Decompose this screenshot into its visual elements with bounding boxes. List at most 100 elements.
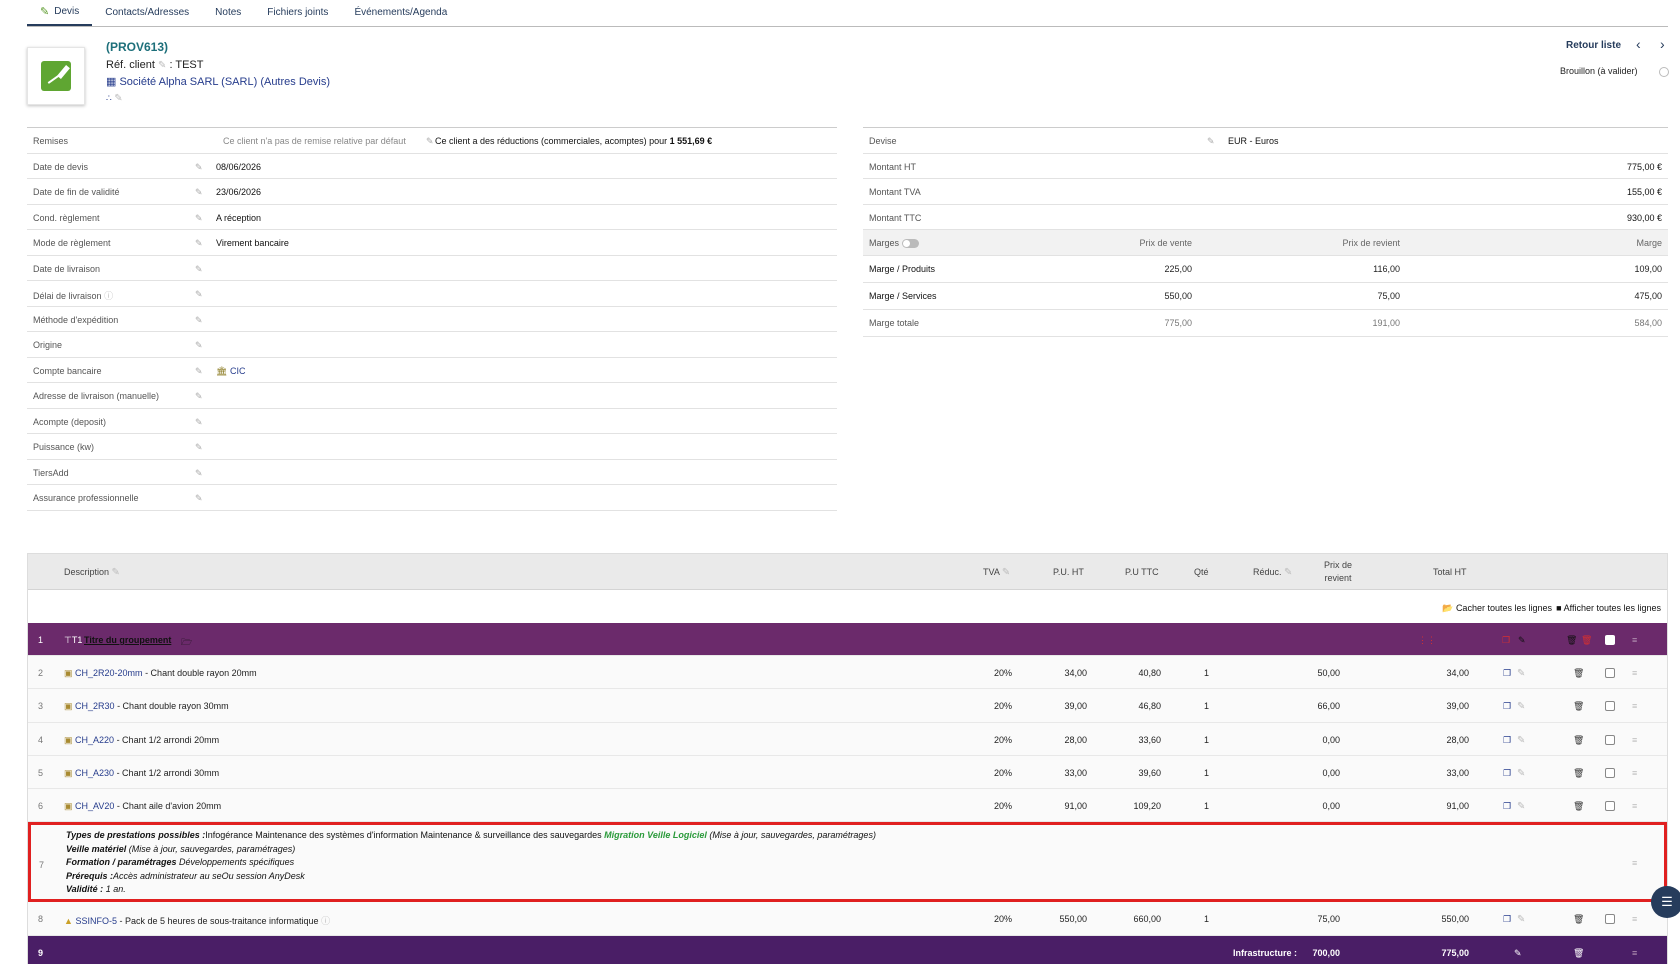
edit-icon[interactable]: ✎ <box>1517 735 1525 746</box>
margins-toggle[interactable] <box>902 239 920 249</box>
status-indicator <box>1659 67 1669 77</box>
edit-icon[interactable]: ✎ <box>195 315 203 326</box>
tab-notes[interactable]: Notes <box>202 7 254 26</box>
edit-icon[interactable]: ✎ <box>1517 801 1525 812</box>
duplicate-icon[interactable]: ❐ <box>1503 768 1511 779</box>
duplicate-icon[interactable]: ❐ <box>1502 635 1510 646</box>
company-link[interactable]: Société Alpha SARL (SARL) <box>119 76 257 88</box>
tab-files[interactable]: Fichiers joints <box>254 7 341 26</box>
free-text-line[interactable]: 7 Types de prestations possibles :Infogé… <box>28 822 1667 903</box>
edit-icon[interactable]: ✎ <box>1517 701 1525 712</box>
row-checkbox[interactable] <box>1605 701 1615 712</box>
lines-table: Description ✎ TVA ✎ P.U. HT P.U TTC Qté … <box>27 553 1668 964</box>
edit-icon[interactable]: ✎ <box>195 289 203 300</box>
edit-icon[interactable]: ✎ <box>1517 668 1525 679</box>
edit-icon[interactable]: ✎ <box>426 136 434 147</box>
trash-icon[interactable]: 🗑 <box>1573 668 1584 679</box>
duplicate-icon[interactable]: ❐ <box>1503 801 1511 812</box>
edit-icon[interactable]: ✎ <box>1207 136 1215 147</box>
trash-icon[interactable]: 🗑 <box>1566 635 1577 646</box>
drag-handle-icon[interactable]: ≡ <box>1632 668 1637 678</box>
drag-handle-icon[interactable]: ≡ <box>1632 701 1637 711</box>
info-icon: ⓘ <box>321 916 331 927</box>
duplicate-icon[interactable]: ❐ <box>1503 735 1511 746</box>
trash-icon[interactable]: 🗑 <box>1573 735 1584 746</box>
trash-icon[interactable]: 🗑 <box>1573 914 1584 925</box>
edit-icon[interactable]: ✎ <box>195 493 203 504</box>
chevron-left-icon[interactable]: ‹ <box>1636 36 1641 52</box>
product-icon: ▣ <box>64 668 73 678</box>
float-action-button[interactable]: ☰ <box>1651 886 1680 918</box>
hide-all-lines-link[interactable]: 📂 Cacher toutes les lignes <box>1442 603 1552 614</box>
edit-icon[interactable]: ✎ <box>1517 768 1525 779</box>
tab-events[interactable]: Événements/Agenda <box>341 7 460 26</box>
duplicate-icon[interactable]: ❐ <box>1503 914 1511 925</box>
field-row: Méthode d'expédition ✎ <box>27 307 837 332</box>
edit-icon[interactable]: ✎ <box>1517 914 1525 925</box>
edit-icon[interactable]: ✎ <box>112 567 120 578</box>
drag-handle-icon[interactable]: ≡ <box>1632 801 1637 811</box>
edit-icon[interactable]: ✎ <box>195 417 203 428</box>
edit-icon[interactable]: ✎ <box>195 162 203 173</box>
row-checkbox[interactable] <box>1605 734 1615 745</box>
row-checkbox[interactable] <box>1605 668 1615 678</box>
network-icon[interactable]: ∴ <box>106 93 112 103</box>
drag-handle-icon[interactable]: ≡ <box>1632 858 1637 868</box>
edit-icon[interactable]: ✎ <box>1284 567 1292 578</box>
show-all-lines-link[interactable]: ■ Afficher toutes les lignes <box>1556 603 1661 613</box>
group-title-row: 1 ⊤T1 Titre du groupement 🗁 ⋮⋮ ❐ ✎ 🗑 🗑 ≡ <box>28 623 1667 656</box>
subtotal-row: 9 Infrastructure : 700,00 775,00 ✎ 🗑 ≡ <box>28 935 1667 964</box>
field-row: TiersAdd ✎ <box>27 460 837 485</box>
edit-icon[interactable]: ✎ <box>158 60 166 71</box>
edit-icon[interactable]: ✎ <box>195 366 203 377</box>
row-checkbox[interactable] <box>1605 767 1615 778</box>
row-checkbox[interactable] <box>1605 914 1615 925</box>
free-text-content: Types de prestations possibles :Infogéra… <box>66 830 876 895</box>
other-quotes-link[interactable]: (Autres Devis) <box>260 76 330 88</box>
drag-handle-icon[interactable]: ≡ <box>1632 768 1637 778</box>
edit-icon[interactable]: ✎ <box>195 442 203 453</box>
margin-row: Marge / Produits 225,00 116,00 109,00 <box>863 256 1668 283</box>
bank-icon: 🏛 <box>216 365 228 376</box>
edit-icon[interactable]: ✎ <box>195 264 203 275</box>
drag-handle-icon[interactable]: ≡ <box>1632 635 1637 645</box>
trash-icon[interactable]: 🗑 <box>1573 701 1584 712</box>
drag-handle-icon[interactable]: ≡ <box>1632 735 1637 745</box>
back-to-list-link[interactable]: Retour liste <box>1566 40 1621 51</box>
signature-icon <box>41 61 71 91</box>
tab-contacts[interactable]: Contacts/Adresses <box>92 7 202 26</box>
edit-icon[interactable]: ✎ <box>195 468 203 479</box>
delete-group-icon[interactable]: 🗑 <box>1581 635 1592 646</box>
folder-icon[interactable]: 🗁 <box>181 635 192 651</box>
drag-handle-icon[interactable]: ≡ <box>1632 914 1637 924</box>
table-row: 4 ▣ CH_A220 - Chant 1/2 arrondi 20mm 20%… <box>28 722 1667 756</box>
quote-ref: (PROV613) <box>106 40 169 54</box>
row-checkbox[interactable] <box>1605 801 1615 812</box>
duplicate-icon[interactable]: ❐ <box>1503 701 1511 712</box>
field-row: Mode de règlement ✎ Virement bancaire <box>27 230 837 256</box>
margin-total-row: Marge totale 775,00 191,00 584,00 <box>863 310 1668 337</box>
row-checkbox[interactable] <box>1605 635 1615 645</box>
client-ref: Réf. client ✎ : TEST <box>106 59 204 71</box>
margins-header: Marges Prix de vente Prix de revient Mar… <box>863 230 1668 256</box>
edit-icon[interactable]: ✎ <box>1002 567 1010 578</box>
trash-icon[interactable]: 🗑 <box>1573 801 1584 812</box>
trash-icon[interactable]: 🗑 <box>1573 768 1584 779</box>
edit-icon[interactable]: ✎ <box>1514 948 1522 959</box>
edit-icon[interactable]: ✎ <box>195 238 203 249</box>
quote-icon: ✎ <box>40 6 50 18</box>
edit-icon[interactable]: ✎ <box>195 213 203 224</box>
drag-handle-icon[interactable]: ≡ <box>1632 948 1637 958</box>
edit-icon[interactable]: ✎ <box>1518 635 1526 646</box>
edit-icon[interactable]: ✎ <box>195 340 203 351</box>
lines-toolbar: 📂 Cacher toutes les lignes ■ Afficher to… <box>28 590 1667 623</box>
field-row: Puissance (kw) ✎ <box>27 434 837 460</box>
edit-icon[interactable]: ✎ <box>114 93 122 104</box>
trash-icon[interactable]: 🗑 <box>1573 948 1584 959</box>
tab-devis[interactable]: ✎ Devis <box>27 5 93 26</box>
edit-icon[interactable]: ✎ <box>195 187 203 198</box>
edit-icon[interactable]: ✎ <box>195 391 203 402</box>
duplicate-icon[interactable]: ❐ <box>1503 668 1511 679</box>
chevron-right-icon[interactable]: › <box>1660 36 1665 52</box>
options-icon[interactable]: ⋮⋮ <box>1418 635 1436 646</box>
